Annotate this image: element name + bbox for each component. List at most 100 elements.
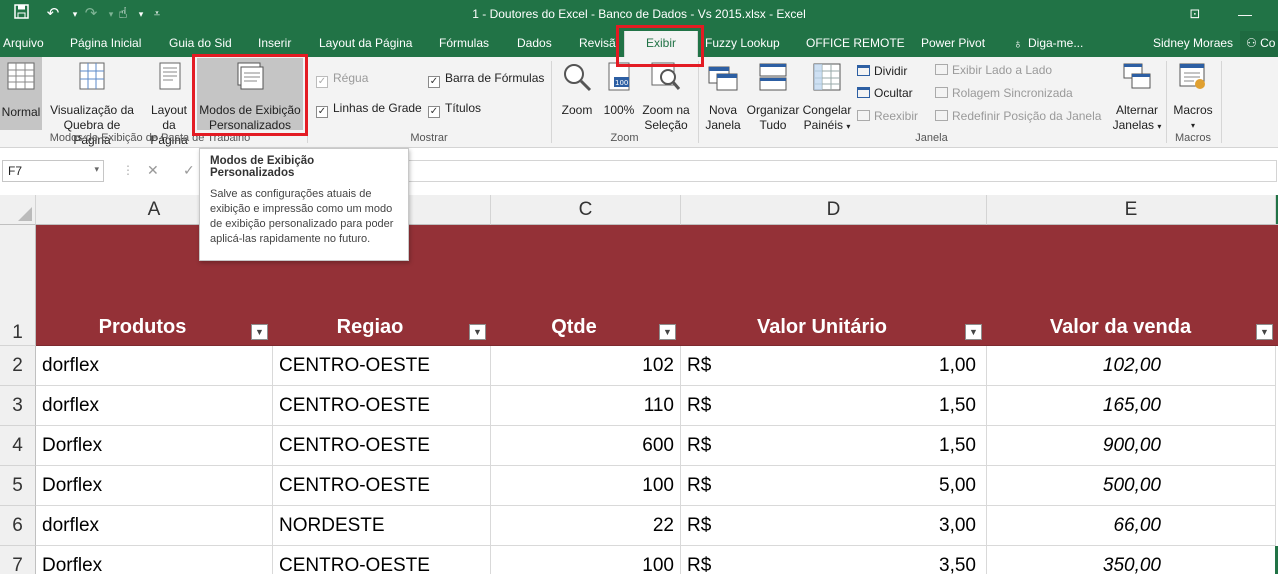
- cell-currency[interactable]: R$: [681, 346, 761, 386]
- cell-produto[interactable]: dorflex: [36, 346, 273, 386]
- filter-dropdown-icon[interactable]: ▼: [965, 324, 982, 340]
- arrange-all-label-1: Organizar: [746, 103, 800, 117]
- normal-view-button[interactable]: Normal: [0, 57, 42, 130]
- filter-dropdown-icon[interactable]: ▼: [469, 324, 486, 340]
- ribbon-display-icon[interactable]: ⊡: [1175, 2, 1215, 26]
- tab-dados[interactable]: Dados: [517, 36, 552, 56]
- cell-produto[interactable]: Dorflex: [36, 466, 273, 506]
- tell-me-input[interactable]: Diga-me...: [1028, 36, 1083, 56]
- cell-produto[interactable]: dorflex: [36, 386, 273, 426]
- cell-regiao[interactable]: CENTRO-OESTE: [273, 386, 491, 426]
- cell-valor-venda[interactable]: 66,00: [987, 506, 1276, 546]
- tab-inserir[interactable]: Inserir: [258, 36, 291, 56]
- header-cell-qtde[interactable]: Qtde ▼: [491, 225, 681, 346]
- cell-qtde[interactable]: 110: [491, 386, 681, 426]
- cell-valor-unitario[interactable]: 5,00: [761, 466, 987, 506]
- cell-qtde[interactable]: 100: [491, 546, 681, 574]
- tab-formulas[interactable]: Fórmulas: [439, 36, 489, 56]
- cell-regiao[interactable]: CENTRO-OESTE: [273, 346, 491, 386]
- cell-produto[interactable]: Dorflex: [36, 426, 273, 466]
- arrange-all-button[interactable]: Organizar Tudo: [746, 62, 800, 133]
- freeze-panes-button[interactable]: Congelar Painéis ▾: [801, 62, 853, 134]
- column-header-c[interactable]: C: [491, 195, 681, 225]
- select-all-corner[interactable]: [0, 195, 36, 225]
- zoom-button[interactable]: Zoom: [556, 62, 598, 118]
- user-name[interactable]: Sidney Moraes: [1153, 36, 1233, 56]
- enter-icon[interactable]: ✓: [183, 162, 195, 179]
- row-header[interactable]: 3: [0, 386, 36, 426]
- cancel-icon[interactable]: ✕: [147, 162, 159, 179]
- tab-power-pivot[interactable]: Power Pivot: [921, 36, 985, 56]
- tab-pagina-inicial[interactable]: Página Inicial: [70, 36, 141, 56]
- tab-fuzzy-lookup[interactable]: Fuzzy Lookup: [705, 36, 780, 56]
- cell-valor-venda[interactable]: 165,00: [987, 386, 1276, 426]
- group-label-window: Janela: [915, 132, 948, 144]
- zoom-selection-label-1: Zoom na: [642, 103, 690, 117]
- unhide-button[interactable]: Reexibir: [857, 108, 918, 124]
- header-cell-valor-venda[interactable]: Valor da venda ▼: [987, 225, 1278, 346]
- chevron-down-icon[interactable]: ▾: [94, 164, 99, 175]
- row-header[interactable]: 5: [0, 466, 36, 506]
- cell-valor-unitario[interactable]: 3,00: [761, 506, 987, 546]
- header-cell-valor-unitario[interactable]: Valor Unitário ▼: [681, 225, 987, 346]
- formula-bar-checkbox[interactable]: ✓ Barra de Fórmulas: [428, 70, 544, 88]
- row-header[interactable]: 2: [0, 346, 36, 386]
- cell-produto[interactable]: dorflex: [36, 506, 273, 546]
- cell-valor-unitario[interactable]: 1,50: [761, 426, 987, 466]
- cell-regiao[interactable]: CENTRO-OESTE: [273, 466, 491, 506]
- split-button[interactable]: Dividir: [857, 63, 907, 79]
- tab-office-remote[interactable]: OFFICE REMOTE: [806, 36, 905, 56]
- cell-qtde[interactable]: 102: [491, 346, 681, 386]
- cell-regiao[interactable]: CENTRO-OESTE: [273, 426, 491, 466]
- cell-produto[interactable]: Dorflex: [36, 546, 273, 574]
- zoom-selection-button[interactable]: Zoom na Seleção: [640, 62, 692, 133]
- new-window-button[interactable]: Nova Janela: [702, 62, 744, 133]
- cell-valor-venda[interactable]: 900,00: [987, 426, 1276, 466]
- check-icon: ✓: [428, 76, 440, 88]
- tab-layout[interactable]: Layout da Página: [319, 36, 412, 56]
- reset-position-button[interactable]: Redefinir Posição da Janela: [935, 108, 1101, 124]
- cell-valor-unitario[interactable]: 1,00: [761, 346, 987, 386]
- cell-qtde[interactable]: 100: [491, 466, 681, 506]
- filter-dropdown-icon[interactable]: ▼: [1256, 324, 1273, 340]
- tab-revisao[interactable]: Revisão: [579, 36, 619, 56]
- tab-guia-do-sid[interactable]: Guia do Sid: [169, 36, 232, 56]
- sync-scroll-button[interactable]: Rolagem Sincronizada: [935, 85, 1073, 101]
- cell-valor-venda[interactable]: 102,00: [987, 346, 1276, 386]
- ruler-checkbox[interactable]: ✓ Régua: [316, 70, 368, 88]
- tab-arquivo[interactable]: Arquivo: [3, 36, 44, 56]
- minimize-icon[interactable]: —: [1225, 2, 1265, 26]
- switch-windows-button[interactable]: Alternar Janelas ▾: [1111, 62, 1163, 134]
- cell-currency[interactable]: R$: [681, 386, 761, 426]
- cell-regiao[interactable]: CENTRO-OESTE: [273, 546, 491, 574]
- headings-checkbox[interactable]: ✓ Títulos: [428, 100, 481, 118]
- cell-valor-venda[interactable]: 500,00: [987, 466, 1276, 506]
- cell-qtde[interactable]: 600: [491, 426, 681, 466]
- row-header[interactable]: 4: [0, 426, 36, 466]
- check-icon: ✓: [428, 106, 440, 118]
- view-side-by-side-button[interactable]: Exibir Lado a Lado: [935, 62, 1052, 78]
- hide-button[interactable]: Ocultar: [857, 85, 913, 101]
- row-header[interactable]: 7: [0, 546, 36, 574]
- row-header[interactable]: 6: [0, 506, 36, 546]
- macros-button[interactable]: Macros ▾: [1170, 62, 1216, 133]
- column-header-e[interactable]: E: [987, 195, 1276, 225]
- zoom-100-button[interactable]: 100 100%: [600, 62, 638, 118]
- filter-dropdown-icon[interactable]: ▼: [659, 324, 676, 340]
- freeze-panes-label-1: Congelar: [802, 103, 852, 117]
- name-box[interactable]: F7 ▾: [2, 160, 104, 182]
- gridlines-checkbox[interactable]: ✓ Linhas de Grade: [316, 100, 422, 118]
- row-header-1[interactable]: 1: [0, 225, 36, 346]
- cell-valor-venda[interactable]: 350,00: [987, 546, 1276, 574]
- cell-regiao[interactable]: NORDESTE: [273, 506, 491, 546]
- cell-qtde[interactable]: 22: [491, 506, 681, 546]
- column-header-d[interactable]: D: [681, 195, 987, 225]
- share-button[interactable]: ⚇ Co: [1240, 31, 1278, 57]
- cell-valor-unitario[interactable]: 1,50: [761, 386, 987, 426]
- filter-dropdown-icon[interactable]: ▼: [251, 324, 268, 340]
- cell-currency[interactable]: R$: [681, 546, 761, 574]
- cell-currency[interactable]: R$: [681, 466, 761, 506]
- cell-currency[interactable]: R$: [681, 426, 761, 466]
- cell-currency[interactable]: R$: [681, 506, 761, 546]
- cell-valor-unitario[interactable]: 3,50: [761, 546, 987, 574]
